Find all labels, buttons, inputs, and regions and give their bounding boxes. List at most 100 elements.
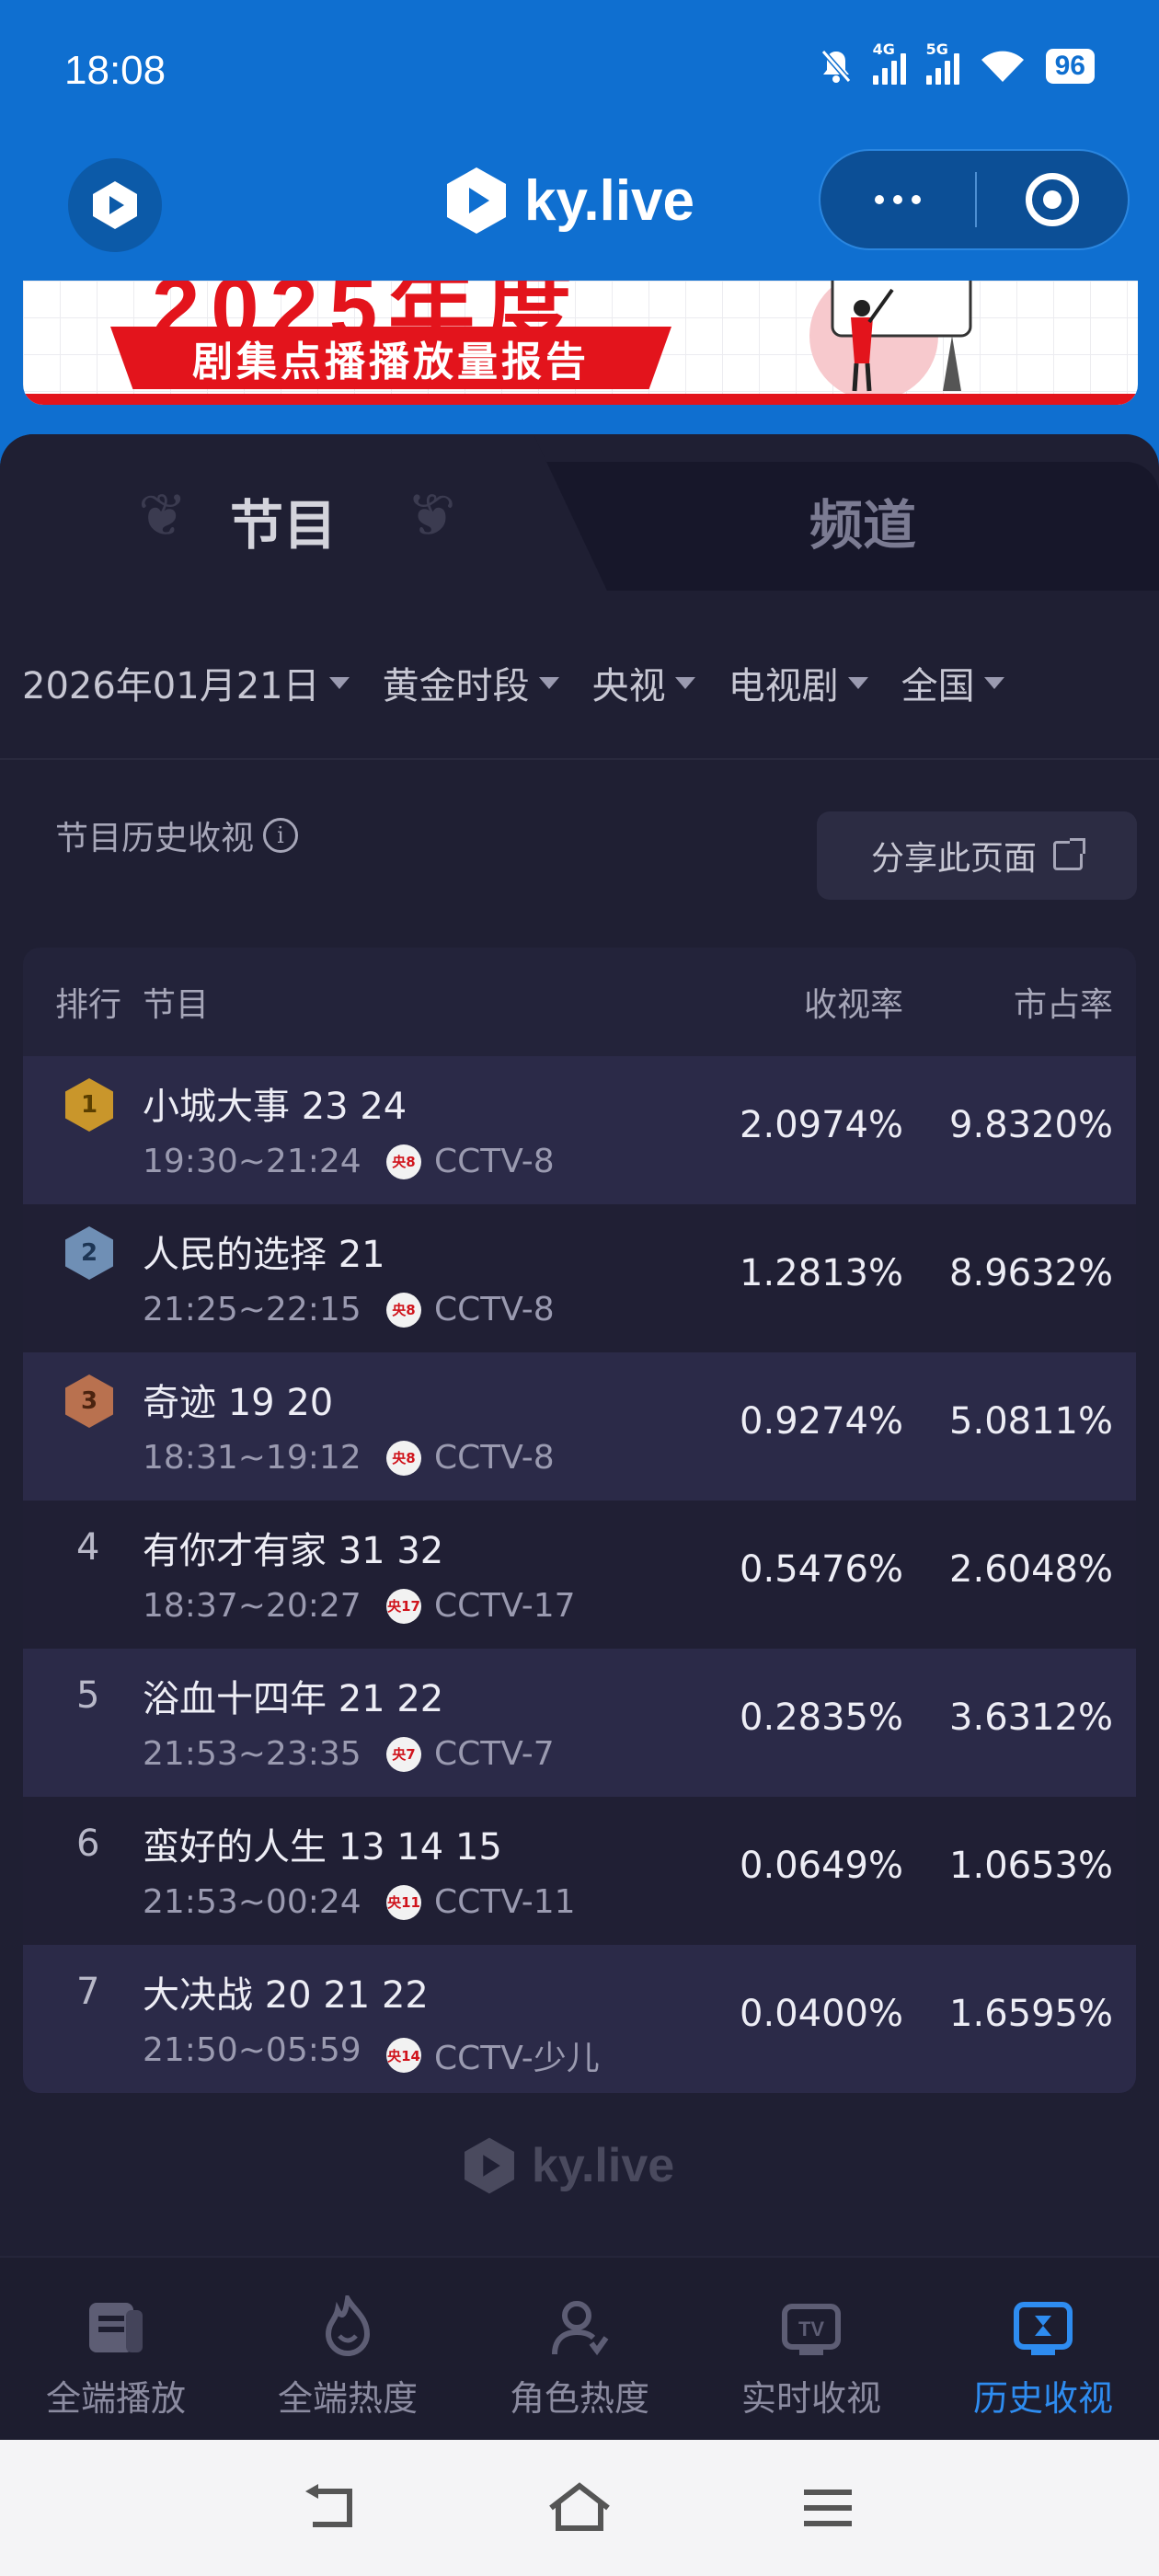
home-icon (549, 2482, 610, 2531)
signal-4g-icon: 4G (872, 40, 906, 85)
banner-illustration-icon (809, 281, 972, 396)
more-button[interactable] (820, 151, 975, 248)
signal-5g-icon: 5G (925, 40, 959, 85)
tab-label: 实时收视 (740, 2378, 881, 2419)
caret-down-icon (847, 676, 868, 689)
share-value: 2.6048% (949, 1548, 1113, 1591)
tv-icon: TV (778, 2294, 844, 2361)
system-nav-bar (0, 2440, 1159, 2576)
promo-banner[interactable]: 2025年度 剧集点播播放量报告 (23, 281, 1138, 405)
table-row[interactable]: 2 人民的选择 21 21:25~22:15 央8 CCTV-8 1.2813% … (23, 1204, 1136, 1352)
external-link-icon (1053, 838, 1085, 870)
filter-bar: 2026年01月21日 黄金时段 央视 电视剧 全国 (0, 646, 1159, 719)
home-button[interactable] (543, 2471, 616, 2545)
rank-number: 7 (76, 1971, 100, 2013)
net1-label: 4G (872, 40, 895, 58)
menu-icon (804, 2490, 852, 2526)
mute-bell-icon (820, 50, 851, 83)
rating-value: 0.0400% (740, 1993, 903, 2035)
program-time: 18:31~19:12 (143, 1439, 361, 1477)
filter-network[interactable]: 央视 (592, 656, 695, 709)
filter-genre[interactable]: 电视剧 (729, 656, 868, 709)
program-time: 19:30~21:24 (143, 1143, 361, 1180)
table-row[interactable]: 1 小城大事 23 24 19:30~21:24 央8 CCTV-8 2.0974… (23, 1056, 1136, 1204)
channel-name: CCTV-17 (434, 1587, 576, 1625)
rating-value: 0.2835% (740, 1696, 903, 1739)
tab-label: 角色热度 (509, 2378, 649, 2419)
channel: 央11 CCTV-11 (386, 1883, 576, 1921)
caret-down-icon (538, 676, 559, 689)
tab-channel[interactable]: 频道 (809, 482, 916, 559)
bronze-medal-icon: 3 (65, 1374, 113, 1428)
cctv-logo-icon: 央17 (386, 1588, 421, 1624)
target-icon (1026, 173, 1079, 226)
footer-brand: ky.live (460, 2134, 674, 2197)
table-row[interactable]: 5 浴血十四年 21 22 21:53~23:35 央7 CCTV-7 0.283… (23, 1649, 1136, 1797)
rating-value: 0.9274% (740, 1400, 903, 1443)
header-rating[interactable]: 收视率 (804, 978, 903, 1026)
tab-all-playback[interactable]: 全端播放 (0, 2258, 232, 2440)
menu-button[interactable] (791, 2471, 865, 2545)
header-share[interactable]: 市占率 (1014, 978, 1113, 1026)
channel-name: CCTV-8 (434, 1439, 555, 1477)
filter-timeslot[interactable]: 黄金时段 (383, 656, 559, 709)
filter-date-label: 2026年01月21日 (22, 665, 320, 707)
tab-label: 全端播放 (45, 2378, 186, 2419)
share-value: 1.6595% (949, 1993, 1113, 2035)
share-page-button[interactable]: 分享此页面 (817, 811, 1137, 900)
rating-value: 0.0649% (740, 1845, 903, 1887)
brand-text: ky.live (524, 168, 695, 233)
header-rank: 排行 (55, 986, 122, 1024)
section-title: 节目历史收视 i (55, 811, 299, 859)
filter-timeslot-label: 黄金时段 (382, 665, 530, 707)
table-row[interactable]: 4 有你才有家 31 32 18:37~20:27 央17 CCTV-17 0.5… (23, 1501, 1136, 1649)
caret-down-icon (328, 676, 350, 689)
cctv-logo-icon: 央7 (386, 1736, 421, 1772)
wifi-icon (981, 51, 1024, 82)
filter-region[interactable]: 全国 (901, 656, 1004, 709)
banner-bottom-stripe (23, 394, 1138, 405)
table-row[interactable]: 7 大决战 20 21 22 21:50~05:59 央14 CCTV-少儿 0.… (23, 1945, 1136, 2093)
banner-subtitle: 剧集点播播放量报告 (110, 327, 671, 389)
info-icon[interactable]: i (263, 818, 299, 853)
tab-role-heat[interactable]: 角色热度 (464, 2258, 695, 2440)
cctv-logo-icon: 央11 (386, 1884, 421, 1920)
program-name: 浴血十四年 21 22 (143, 1678, 444, 1720)
ratings-table: 排行 节目 收视率 市占率 1 小城大事 23 24 19:30~21:24 央… (23, 948, 1136, 2093)
channel-name: CCTV-8 (434, 1291, 555, 1328)
tab-program[interactable]: 节目 (230, 482, 337, 559)
program-time: 18:37~20:27 (143, 1587, 361, 1625)
filter-date[interactable]: 2026年01月21日 (22, 656, 350, 709)
battery-indicator: 96 (1045, 49, 1095, 84)
channel-name: CCTV-7 (434, 1735, 555, 1773)
program-name: 奇迹 19 20 (143, 1382, 334, 1424)
playback-icon (83, 2294, 149, 2361)
app-logo-button[interactable] (68, 158, 162, 252)
caret-down-icon (983, 676, 1004, 689)
filter-genre-label: 电视剧 (728, 665, 839, 707)
tab-realtime-ratings[interactable]: TV 实时收视 (695, 2258, 927, 2440)
main-panel: ❦ ❦ 节目 频道 2026年01月21日 黄金时段 央视 电视剧 全国 节目历… (0, 434, 1159, 2274)
tab-history-ratings[interactable]: 历史收视 (927, 2258, 1159, 2440)
share-value: 8.9632% (949, 1252, 1113, 1294)
share-value: 5.0811% (949, 1400, 1113, 1443)
rank-number: 4 (76, 1526, 100, 1569)
share-value: 1.0653% (949, 1845, 1113, 1887)
flame-icon (315, 2294, 381, 2361)
close-miniapp-button[interactable] (977, 151, 1128, 248)
tab-label: 全端热度 (277, 2378, 418, 2419)
svg-text:TV: TV (798, 2317, 824, 2340)
channel: 央17 CCTV-17 (386, 1587, 576, 1625)
footer-brand-text: ky.live (532, 2139, 675, 2192)
table-row[interactable]: 3 奇迹 19 20 18:31~19:12 央8 CCTV-8 0.9274% … (23, 1352, 1136, 1501)
program-time: 21:53~23:35 (143, 1735, 361, 1773)
back-button[interactable] (294, 2471, 368, 2545)
header-program: 节目 (143, 986, 210, 1024)
table-row[interactable]: 6 蛮好的人生 13 14 15 21:53~00:24 央11 CCTV-11 … (23, 1797, 1136, 1945)
status-bar: 18:08 4G 5G 96 (0, 0, 1159, 147)
laurel-right-icon: ❦ (407, 482, 456, 550)
cctv-logo-icon: 央8 (386, 1292, 421, 1328)
channel: 央7 CCTV-7 (386, 1735, 555, 1773)
share-value: 3.6312% (949, 1696, 1113, 1739)
tab-all-heat[interactable]: 全端热度 (232, 2258, 464, 2440)
